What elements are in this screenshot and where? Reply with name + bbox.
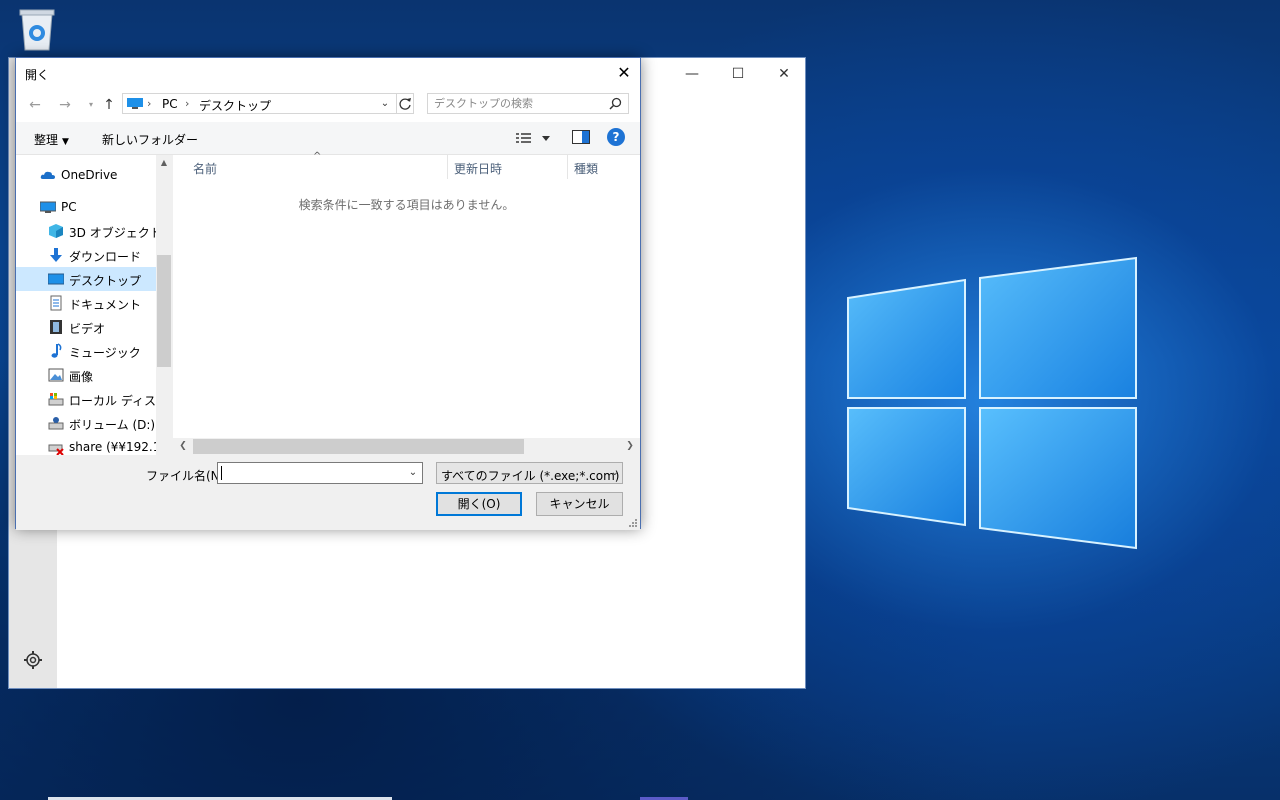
dialog-close-button[interactable]: ✕ <box>608 58 640 88</box>
dialog-footer: ファイル名(N): ⌄ すべてのファイル (*.exe;*.com) ⌄ 開く(… <box>16 456 640 530</box>
bg-minimize-button[interactable]: — <box>669 66 715 86</box>
nav-label: 3D オブジェクト <box>69 226 162 240</box>
sort-ascending-icon: ^ <box>313 151 322 162</box>
recycle-bin-icon[interactable] <box>16 6 58 52</box>
nav-label: デスクトップ <box>69 274 142 288</box>
nav-label: ドキュメント <box>69 298 142 312</box>
column-header-name[interactable]: 名前 <box>193 160 217 184</box>
drive-icon <box>48 417 64 430</box>
nav-label: ボリューム (D:) <box>69 418 156 432</box>
nav-item-volume-d[interactable]: ボリューム (D:) <box>16 411 156 435</box>
help-button[interactable]: ? <box>607 128 625 146</box>
nav-label: ビデオ <box>69 322 106 336</box>
open-file-dialog: 開く ✕ ← → ▾ ↑ › PC › デスクトップ ⌄ デスクトップの検索 整… <box>15 57 641 530</box>
breadcrumb-separator: › <box>185 97 190 110</box>
breadcrumb-desktop[interactable]: デスクトップ <box>199 97 271 114</box>
resize-grip-icon[interactable] <box>627 517 637 527</box>
nav-item-documents[interactable]: ドキュメント <box>16 291 156 315</box>
open-button[interactable]: 開く(O) <box>436 492 522 516</box>
dialog-title: 開く <box>25 68 50 82</box>
network-drive-disconnected-icon <box>48 444 64 455</box>
cancel-button[interactable]: キャンセル <box>536 492 623 516</box>
empty-results-message: 検索条件に一致する項目はありません。 <box>298 198 515 212</box>
cloud-icon <box>40 171 55 179</box>
search-input[interactable] <box>434 96 604 111</box>
nav-item-pc[interactable]: PC <box>16 195 156 219</box>
file-list-pane: ^ 名前 更新日時 種類 検索条件に一致する項目はありません。 <box>173 151 640 455</box>
file-type-filter-value: すべてのファイル (*.exe;*.com) <box>441 469 620 483</box>
chevron-down-icon: ▼ <box>62 137 69 147</box>
command-bar: 整理 ▼ 新しいフォルダー ? <box>16 122 640 155</box>
address-bar[interactable]: › PC › デスクトップ ⌄ <box>122 93 414 114</box>
new-folder-button[interactable]: 新しいフォルダー <box>102 131 198 148</box>
nav-item-videos[interactable]: ビデオ <box>16 315 156 339</box>
nav-label: ダウンロード <box>69 250 142 264</box>
nav-label: PC <box>61 200 77 214</box>
nav-label: ミュージック <box>69 346 141 360</box>
search-icon <box>609 97 622 110</box>
scrollbar-thumb[interactable] <box>157 255 171 367</box>
scroll-left-icon[interactable]: ❮ <box>175 438 191 455</box>
filename-combobox[interactable]: ⌄ <box>217 462 423 484</box>
forward-arrow-icon[interactable]: → <box>56 97 74 113</box>
nav-pane-scrollbar[interactable]: ▲ <box>156 155 172 455</box>
refresh-icon <box>399 98 411 110</box>
music-note-icon <box>51 343 62 358</box>
gear-icon[interactable] <box>23 650 43 670</box>
windows-logo-wallpaper <box>847 256 1137 550</box>
column-header-type[interactable]: 種類 <box>574 160 598 184</box>
chevron-down-icon[interactable]: ⌄ <box>406 466 420 480</box>
bg-maximize-button[interactable]: ☐ <box>715 66 761 86</box>
desktop-background: — ☐ ✕ 開く ✕ ← → ▾ ↑ › PC › デスクトップ ⌄ デスクトッ… <box>0 0 1280 800</box>
up-arrow-icon[interactable]: ↑ <box>100 97 118 113</box>
desktop-icon <box>48 273 64 285</box>
navigation-row: ← → ▾ ↑ › PC › デスクトップ ⌄ <box>16 88 640 122</box>
organize-label: 整理 <box>34 133 59 147</box>
bg-close-button[interactable]: ✕ <box>761 66 807 86</box>
chevron-down-icon: ⌄ <box>610 467 619 478</box>
picture-icon <box>48 368 64 382</box>
nav-item-3d-objects[interactable]: 3D オブジェクト <box>16 219 162 243</box>
filename-input[interactable] <box>222 465 402 481</box>
nav-item-downloads[interactable]: ダウンロード <box>16 243 156 267</box>
nav-item-onedrive[interactable]: OneDrive <box>16 163 156 187</box>
scrollbar-thumb[interactable] <box>193 439 524 454</box>
recent-locations-chevron-icon[interactable]: ▾ <box>82 97 100 113</box>
film-icon <box>50 320 62 334</box>
organize-button[interactable]: 整理 ▼ <box>34 131 69 148</box>
back-arrow-icon[interactable]: ← <box>26 97 44 113</box>
refresh-button[interactable] <box>396 93 414 114</box>
search-box[interactable] <box>427 93 629 114</box>
column-divider[interactable] <box>567 155 568 179</box>
cube-icon <box>49 224 63 238</box>
navigation-pane: OneDrive PC 3D オブジェクト ダウンロード デスクトップ ドキュメ… <box>16 155 172 455</box>
document-icon <box>50 295 62 311</box>
file-list-hscrollbar[interactable]: ❮ ❯ <box>173 438 640 455</box>
scroll-up-icon[interactable]: ▲ <box>156 155 172 171</box>
dialog-titlebar[interactable]: 開く ✕ <box>16 58 640 88</box>
address-history-chevron-icon[interactable]: ⌄ <box>377 96 393 112</box>
nav-item-pictures[interactable]: 画像 <box>16 363 156 387</box>
breadcrumb-separator: › <box>147 97 152 110</box>
column-divider[interactable] <box>447 155 448 179</box>
local-disk-icon <box>48 393 64 406</box>
download-arrow-icon <box>50 248 62 262</box>
nav-item-desktop[interactable]: デスクトップ <box>16 267 156 291</box>
column-header-modified[interactable]: 更新日時 <box>454 160 502 184</box>
nav-label: OneDrive <box>61 168 118 182</box>
scroll-right-icon[interactable]: ❯ <box>622 438 638 455</box>
breadcrumb-pc[interactable]: PC <box>162 97 178 111</box>
computer-icon <box>40 201 56 213</box>
preview-pane-button[interactable] <box>572 130 590 144</box>
computer-icon <box>127 98 143 109</box>
file-type-filter-select[interactable]: すべてのファイル (*.exe;*.com) ⌄ <box>436 462 623 484</box>
nav-item-local-disk-c[interactable]: ローカル ディスク (C <box>16 387 172 411</box>
nav-label: 画像 <box>69 370 94 384</box>
change-view-button[interactable] <box>516 131 552 145</box>
nav-item-music[interactable]: ミュージック <box>16 339 156 363</box>
nav-item-network-share[interactable]: share (¥¥192.168 <box>16 435 172 455</box>
